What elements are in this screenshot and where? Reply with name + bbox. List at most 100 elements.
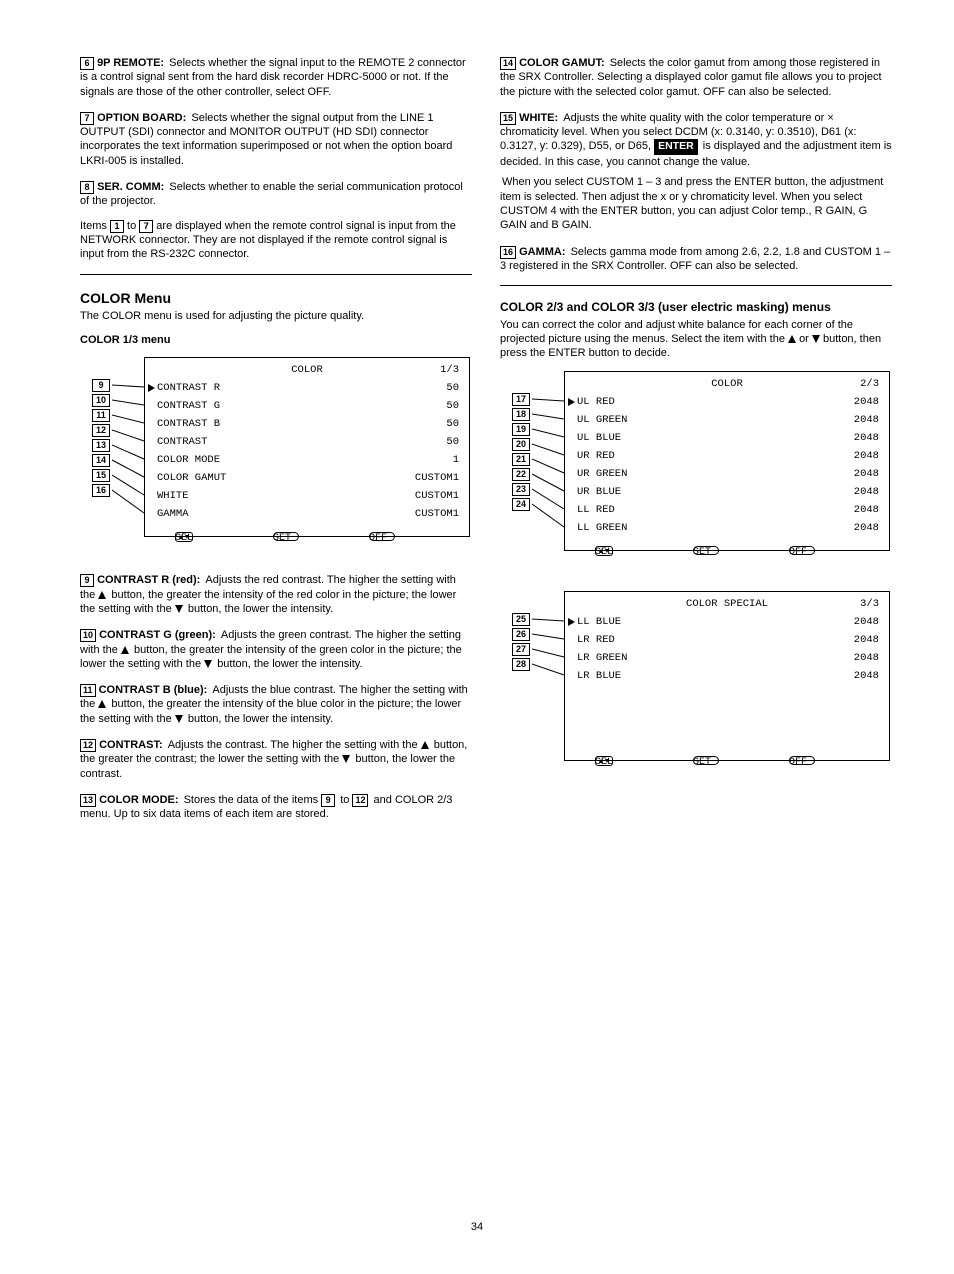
num-9: 9 [80,574,94,587]
menu2-k6: LL RED [577,504,615,518]
lead-14: COLOR GAMUT: [519,57,605,69]
menu3-k1: LR RED [577,634,615,648]
tag-9: 9 [92,379,110,392]
menu2-v1: 2048 [854,414,879,428]
color-menu-note: The COLOR menu is used for adjusting the… [80,309,472,323]
tag-28: 28 [512,658,530,671]
num-10: 10 [80,629,96,642]
tag-21: 21 [512,453,530,466]
entry-14: 14 COLOR GAMUT: Selects the color gamut … [500,56,892,99]
menu2-v5: 2048 [854,486,879,500]
color-23-note: You can correct the color and adjust whi… [500,318,892,361]
lead-9: CONTRAST R (red): [97,574,200,586]
tag-27: 27 [512,643,530,656]
body-13b: to [338,794,352,806]
tag-19: 19 [512,423,530,436]
menu3-k2: LR GREEN [577,652,627,666]
color-1-3-sub: COLOR 1/3 menu [80,333,472,347]
lead-13: COLOR MODE: [99,794,178,806]
lead-16: GAMMA: [519,246,565,258]
menu1-k3: CONTRAST [157,436,207,450]
lead-8: SER. COMM: [97,181,164,193]
menu1-k5: COLOR GAMUT [157,472,226,486]
ref-box-12: 12 [352,794,368,807]
entry-16: 16 GAMMA: Selects gamma mode from among … [500,245,892,274]
menu2-k5: UR BLUE [577,486,621,500]
menu2-sel: SEL [595,546,613,559]
down-icon [204,660,212,668]
lead-15: WHITE: [519,112,558,124]
body-15p2: When you select CUSTOM 1 – 3 and press t… [500,176,883,231]
tag-23: 23 [512,483,530,496]
menu1-k7: GAMMA [157,508,189,522]
entry-11: 11 CONTRAST B (blue): Adjusts the blue c… [80,683,472,726]
down-icon [175,605,183,613]
menu3-page: 3/3 [860,598,879,612]
menu2-k0: UL RED [577,396,615,410]
menu-color-2-3: 17 18 19 20 21 22 23 24 COLOR 2/3 UL RED… [512,371,892,561]
up-icon [421,741,429,749]
menu3-v3: 2048 [854,670,879,684]
tag-26: 26 [512,628,530,641]
body-10c: button, the lower the intensity. [215,658,362,670]
menu2-k4: UR GREEN [577,468,627,482]
menu2-v7: 2048 [854,522,879,536]
menu1-v5: CUSTOM1 [415,472,459,486]
menu1-k1: CONTRAST G [157,400,220,414]
num-6: 6 [80,57,94,70]
body-13a: Stores the data of the items [182,794,322,806]
menu1-k4: COLOR MODE [157,454,220,468]
tag-17: 17 [512,393,530,406]
menu2-k3: UR RED [577,450,615,464]
page-number: 34 [0,1220,954,1234]
menu-color-3-3: 25 26 27 28 COLOR SPECIAL 3/3 LL BLUE204… [512,591,892,769]
tag-12: 12 [92,424,110,437]
entry-9: 9 CONTRAST R (red): Adjusts the red cont… [80,573,472,616]
body-12a: Adjusts the contrast. The higher the set… [166,739,421,751]
menu-screen-2: COLOR 2/3 UL RED2048 UL GREEN2048 UL BLU… [564,371,890,551]
num-13: 13 [80,794,96,807]
menu1-k6: WHITE [157,490,189,504]
tag-14: 14 [92,454,110,467]
entry-7: 7 OPTION BOARD: Selects whether the sign… [80,111,472,168]
menu2-off: OFF [789,546,807,559]
menu1-v1: 50 [446,400,459,414]
menu3-cursor [568,618,575,626]
ref-box-1: 1 [110,220,124,233]
tag-16: 16 [92,484,110,497]
menu1-k2: CONTRAST B [157,418,220,432]
num-7: 7 [80,112,94,125]
entry-13: 13 COLOR MODE: Stores the data of the it… [80,793,472,822]
menu2-k1: UL GREEN [577,414,627,428]
entry-12: 12 CONTRAST: Adjusts the contrast. The h… [80,738,472,781]
entry-6: 6 9P REMOTE: Selects whether the signal … [80,56,472,99]
menu3-set: SET [693,756,711,769]
menu1-v0: 50 [446,382,459,396]
menu2-title: COLOR [565,378,889,392]
menu1-title: COLOR [145,364,469,378]
lead-7: OPTION BOARD: [97,112,186,124]
menu3-sel: SEL [595,756,613,769]
menu-screen-3: COLOR SPECIAL 3/3 LL BLUE2048 LR RED2048… [564,591,890,761]
body-15a: Adjusts the white quality with the color… [561,112,827,124]
lead-11: CONTRAST B (blue): [99,684,208,696]
menu3-v2: 2048 [854,652,879,666]
lead-6: 9P REMOTE: [97,57,164,69]
color-menu-heading: COLOR Menu [80,289,472,307]
color23-pb: or [799,333,812,345]
tag-25: 25 [512,613,530,626]
num-16: 16 [500,246,516,259]
num-12: 12 [80,739,96,752]
tag-15: 15 [92,469,110,482]
menu1-v6: CUSTOM1 [415,490,459,504]
menu2-v2: 2048 [854,432,879,446]
entry-8: 8 SER. COMM: Selects whether to enable t… [80,180,472,261]
body-9c: button, the lower the intensity. [186,603,333,615]
menu3-off: OFF [789,756,807,769]
menu3-k0: LL BLUE [577,616,621,630]
menu1-sel: SEL [175,532,193,545]
body-11c: button, the lower the intensity. [186,713,333,725]
down-icon [175,715,183,723]
menu1-off: OFF [369,532,387,545]
menu2-set: SET [693,546,711,559]
